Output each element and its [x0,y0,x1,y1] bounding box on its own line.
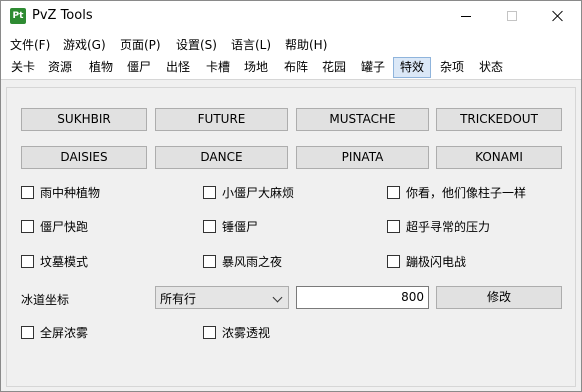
app-window: Pt PvZ Tools 文件(F) 游戏(G) 页面(P) 设置(S) 语言(… [0,0,582,392]
checkbox-box[interactable] [203,186,216,199]
menu-game[interactable]: 游戏(G) [63,36,106,53]
checkbox-label: 僵尸快跑 [40,220,89,234]
checkbox-box[interactable] [387,220,400,233]
checkbox-box[interactable] [21,186,34,199]
tab-spawn[interactable]: 出怪 [163,57,193,78]
tab-status[interactable]: 状态 [476,57,506,78]
menu-bar: 文件(F) 游戏(G) 页面(P) 设置(S) 语言(L) 帮助(H) [1,32,581,54]
checkbox-box[interactable] [203,220,216,233]
tab-strip: 关卡 资源 植物 僵尸 出怪 卡槽 场地 布阵 花园 罐子 特效 杂项 状态 [1,54,581,80]
menu-language[interactable]: 语言(L) [231,36,271,53]
code-konami-button[interactable]: KONAMI [436,146,562,169]
minimize-button[interactable] [443,1,489,32]
ice-trail-coord-input[interactable]: 800 [296,286,429,309]
tab-slots[interactable]: 卡槽 [203,57,233,78]
code-future-button[interactable]: FUTURE [155,108,288,131]
checkbox-box[interactable] [21,255,34,268]
minimize-icon [461,16,471,17]
window-title: PvZ Tools [32,8,93,23]
app-logo-icon: Pt [10,8,26,24]
checkbox-box[interactable] [203,255,216,268]
maximize-button[interactable] [489,1,535,32]
code-dance-button[interactable]: DANCE [155,146,288,169]
checkbox-label: 你看，他们像柱子一样 [406,186,527,200]
menu-page[interactable]: 页面(P) [120,36,161,53]
code-pinata-button[interactable]: PINATA [296,146,429,169]
tab-garden[interactable]: 花园 [319,57,349,78]
menu-settings[interactable]: 设置(S) [176,36,217,53]
checkbox-label: 坟墓模式 [40,255,89,269]
checkbox-label: 全屏浓雾 [40,326,89,340]
effects-panel: SUKHBIR FUTURE MUSTACHE TRICKEDOUT DAISI… [6,87,576,387]
checkbox-label: 浓雾透视 [222,326,271,340]
checkbox-box[interactable] [387,255,400,268]
checkbox-box[interactable] [387,186,400,199]
menu-file[interactable]: 文件(F) [10,36,50,53]
code-sukhbir-button[interactable]: SUKHBIR [21,108,147,131]
close-button[interactable] [535,1,581,32]
tab-resources[interactable]: 资源 [45,57,75,78]
tab-vasebreaker[interactable]: 罐子 [358,57,388,78]
maximize-icon [507,11,517,21]
title-bar[interactable]: Pt PvZ Tools [1,1,581,32]
checkbox-label: 超乎寻常的压力 [406,220,491,234]
checkbox-box[interactable] [21,220,34,233]
ice-trail-row-select[interactable]: 所有行 [155,286,289,309]
close-icon [552,10,564,22]
tab-level[interactable]: 关卡 [8,57,38,78]
checkbox-box[interactable] [21,326,34,339]
ice-trail-modify-button[interactable]: 修改 [436,286,562,309]
tab-misc[interactable]: 杂项 [437,57,467,78]
tab-lineup[interactable]: 布阵 [281,57,311,78]
checkbox-label: 锤僵尸 [222,220,259,234]
checkbox-box[interactable] [203,326,216,339]
tab-effects[interactable]: 特效 [393,57,431,78]
ice-trail-label: 冰道坐标 [21,293,70,307]
row-select-value: 所有行 [160,292,197,306]
checkbox-label: 雨中种植物 [40,186,101,200]
tab-plants[interactable]: 植物 [86,57,116,78]
code-trickedout-button[interactable]: TRICKEDOUT [436,108,562,131]
checkbox-label: 暴风雨之夜 [222,255,283,269]
menu-help[interactable]: 帮助(H) [285,36,327,53]
code-daisies-button[interactable]: DAISIES [21,146,147,169]
checkbox-label: 蹦极闪电战 [406,255,467,269]
code-mustache-button[interactable]: MUSTACHE [296,108,429,131]
tab-zombies[interactable]: 僵尸 [124,57,154,78]
chevron-down-icon [272,292,283,303]
checkbox-label: 小僵尸大麻烦 [222,186,295,200]
tab-field[interactable]: 场地 [241,57,271,78]
